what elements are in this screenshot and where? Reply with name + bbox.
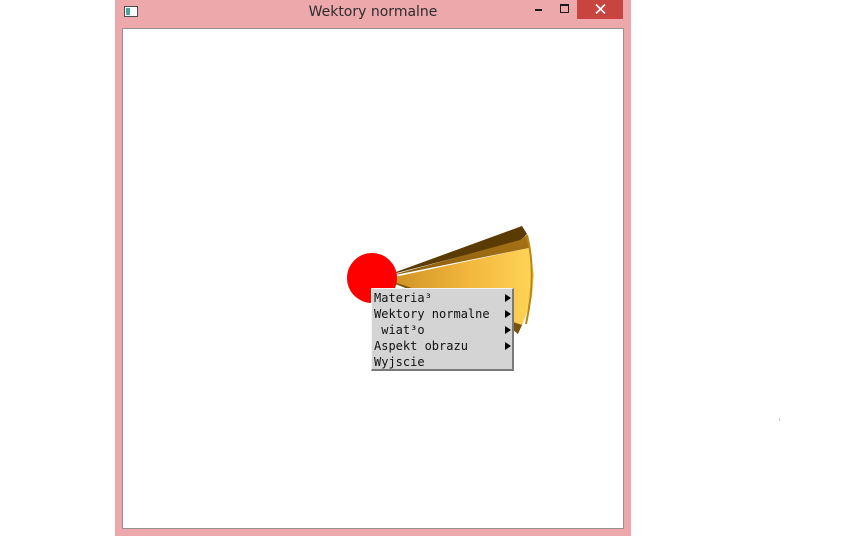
- submenu-arrow-icon: [505, 326, 511, 334]
- minimize-button[interactable]: [531, 0, 547, 19]
- context-menu: Materia³ Wektory normalne wiat³o Aspekt …: [371, 288, 514, 371]
- menu-item-normal-vectors[interactable]: Wektory normalne: [372, 306, 512, 322]
- close-icon: [595, 4, 606, 14]
- menu-item-light[interactable]: wiat³o: [372, 322, 512, 338]
- menu-item-exit[interactable]: Wyjscie: [372, 354, 512, 370]
- submenu-arrow-icon: [505, 310, 511, 318]
- menu-item-aspect-ratio[interactable]: Aspekt obrazu: [372, 338, 512, 354]
- submenu-arrow-icon: [505, 294, 511, 302]
- app-window: Wektory normalne Materia³ Wektory normal…: [115, 0, 631, 536]
- desktop: Wektory normalne Materia³ Wektory normal…: [0, 0, 864, 540]
- menu-item-material[interactable]: Materia³: [372, 290, 512, 306]
- maximize-button[interactable]: [557, 0, 573, 19]
- title-bar[interactable]: Wektory normalne: [115, 0, 631, 27]
- screen-artifact: [779, 418, 780, 421]
- opengl-canvas[interactable]: [122, 28, 624, 529]
- close-button[interactable]: [577, 0, 623, 19]
- submenu-arrow-icon: [505, 342, 511, 350]
- window-title: Wektory normalne: [308, 4, 438, 20]
- scene-render: [347, 226, 534, 334]
